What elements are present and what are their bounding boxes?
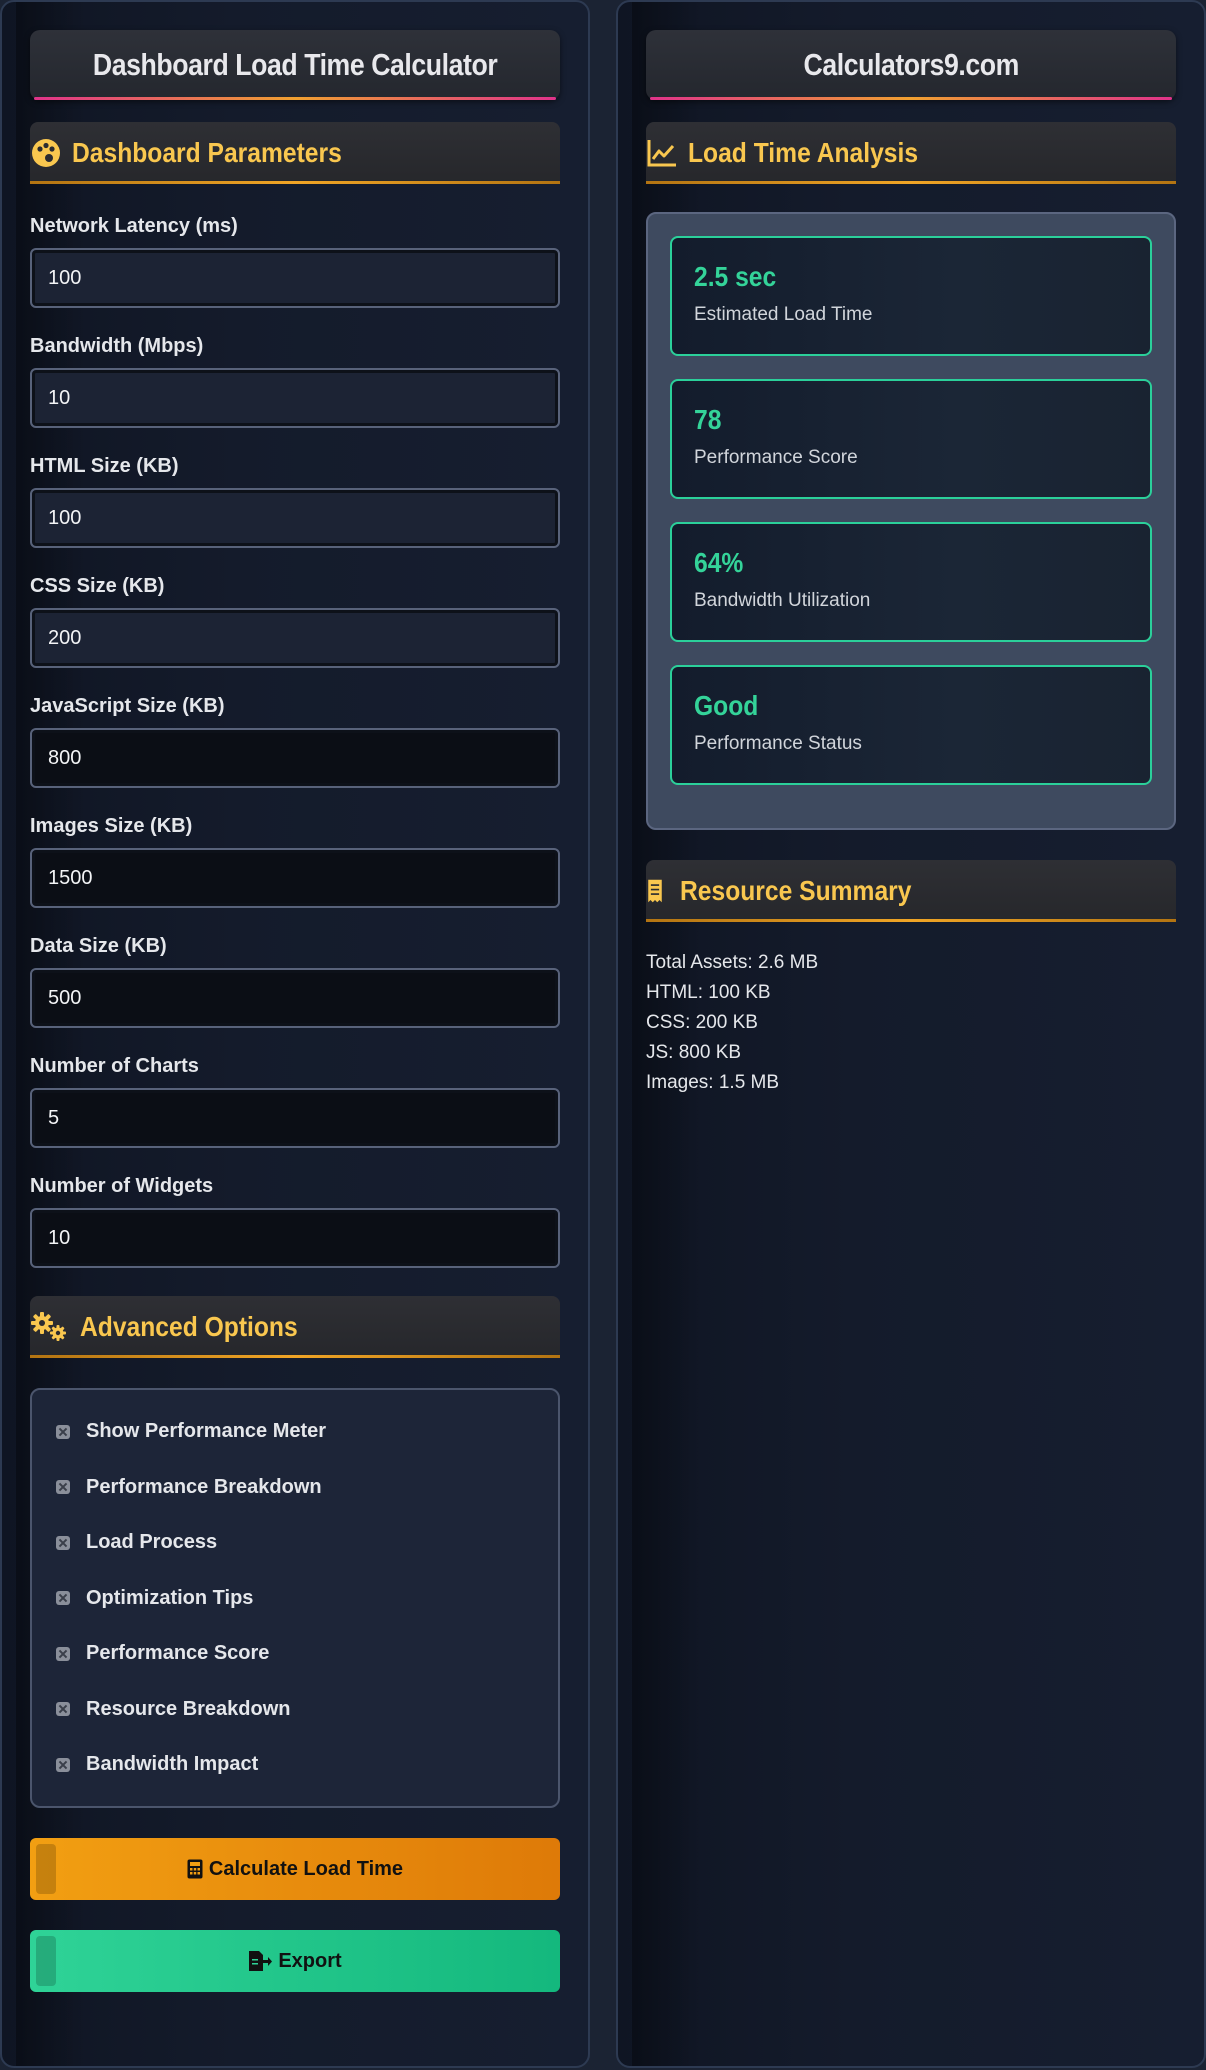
- summary-css: CSS: 200 KB: [646, 1012, 758, 1033]
- calculator-panel: Dashboard Load Time Calculator Dashboard…: [0, 0, 590, 2068]
- option-show-performance-meter[interactable]: Show Performance Meter: [54, 1404, 536, 1460]
- result-card-performance-score: 78 Performance Score: [670, 379, 1152, 499]
- section-title: Advanced Options: [80, 1311, 298, 1342]
- result-label: Performance Status: [694, 733, 862, 754]
- field-label: HTML Size (KB): [30, 455, 179, 477]
- result-value: 2.5 sec: [694, 261, 777, 292]
- bandwidth-input[interactable]: [30, 368, 560, 428]
- summary-total-assets: Total Assets: 2.6 MB: [646, 952, 819, 973]
- number-of-widgets-input[interactable]: [30, 1208, 560, 1268]
- advanced-options-header: Advanced Options: [30, 1296, 560, 1358]
- option-bandwidth-impact[interactable]: Bandwidth Impact: [54, 1737, 536, 1793]
- resource-summary-header: Resource Summary: [646, 860, 1176, 922]
- field-label: Images Size (KB): [30, 815, 193, 837]
- option-label: Show Performance Meter: [86, 1420, 327, 1443]
- option-label: Load Process: [86, 1531, 218, 1554]
- results-container: 2.5 sec Estimated Load Time 78 Performan…: [646, 212, 1176, 830]
- receipt-icon: [648, 879, 662, 903]
- result-label: Estimated Load Time: [694, 304, 873, 325]
- results-panel: Calculators9.com Load Time Analysis 2.5 …: [616, 0, 1206, 2068]
- option-label: Optimization Tips: [86, 1586, 254, 1609]
- field-html-size: HTML Size (KB): [30, 454, 560, 548]
- option-label: Performance Score: [86, 1642, 270, 1665]
- result-value: 78: [694, 404, 722, 435]
- button-label: Calculate Load Time: [208, 1857, 404, 1880]
- field-network-latency: Network Latency (ms): [30, 214, 560, 308]
- css-size-input[interactable]: [30, 608, 560, 668]
- checkbox[interactable]: [56, 1757, 70, 1772]
- summary-html: HTML: 100 KB: [646, 982, 771, 1003]
- summary-js: JS: 800 KB: [646, 1042, 742, 1063]
- option-performance-breakdown[interactable]: Performance Breakdown: [54, 1460, 536, 1516]
- load-time-analysis-header: Load Time Analysis: [646, 122, 1176, 184]
- export-button[interactable]: Export: [30, 1930, 560, 1992]
- checkbox[interactable]: [56, 1702, 70, 1717]
- checkbox[interactable]: [56, 1646, 70, 1661]
- result-card-bandwidth-utilization: 64% Bandwidth Utilization: [670, 522, 1152, 642]
- field-number-of-widgets: Number of Widgets: [30, 1174, 560, 1268]
- javascript-size-input[interactable]: [30, 728, 560, 788]
- summary-images: Images: 1.5 MB: [646, 1072, 780, 1093]
- network-latency-input[interactable]: [30, 248, 560, 308]
- html-size-input[interactable]: [30, 488, 560, 548]
- page-title: Dashboard Load Time Calculator: [92, 47, 498, 82]
- result-value: 64%: [694, 547, 744, 578]
- section-title: Load Time Analysis: [688, 137, 919, 168]
- file-export-icon: [249, 1951, 273, 1971]
- result-label: Performance Score: [694, 447, 858, 468]
- field-label: CSS Size (KB): [30, 575, 165, 597]
- field-number-of-charts: Number of Charts: [30, 1054, 560, 1148]
- field-javascript-size: JavaScript Size (KB): [30, 694, 560, 788]
- option-resource-breakdown[interactable]: Resource Breakdown: [54, 1682, 536, 1738]
- field-label: Data Size (KB): [30, 935, 167, 957]
- checkbox[interactable]: [56, 1480, 70, 1495]
- calculator-icon: [187, 1859, 203, 1879]
- data-size-input[interactable]: [30, 968, 560, 1028]
- option-optimization-tips[interactable]: Optimization Tips: [54, 1571, 536, 1627]
- option-performance-score[interactable]: Performance Score: [54, 1626, 536, 1682]
- field-label: Number of Charts: [30, 1055, 199, 1077]
- field-label: Network Latency (ms): [30, 215, 238, 237]
- parameters-form: Network Latency (ms) Bandwidth (Mbps) HT…: [30, 214, 560, 1268]
- option-label: Resource Breakdown: [86, 1697, 291, 1720]
- section-title: Dashboard Parameters: [72, 137, 342, 168]
- field-label: Bandwidth (Mbps): [30, 335, 204, 357]
- dashboard-parameters-header: Dashboard Parameters: [30, 122, 560, 184]
- result-card-performance-status: Good Performance Status: [670, 665, 1152, 785]
- field-css-size: CSS Size (KB): [30, 574, 560, 668]
- field-label: JavaScript Size (KB): [30, 695, 225, 717]
- result-card-load-time: 2.5 sec Estimated Load Time: [670, 236, 1152, 356]
- calculate-load-time-button[interactable]: Calculate Load Time: [30, 1838, 560, 1900]
- calculator-title-bar: Dashboard Load Time Calculator: [30, 30, 560, 100]
- result-label: Bandwidth Utilization: [694, 590, 871, 611]
- option-label: Bandwidth Impact: [86, 1753, 259, 1776]
- checkbox[interactable]: [56, 1535, 70, 1550]
- field-images-size: Images Size (KB): [30, 814, 560, 908]
- checkbox[interactable]: [56, 1591, 70, 1606]
- number-of-charts-input[interactable]: [30, 1088, 560, 1148]
- option-label: Performance Breakdown: [86, 1475, 322, 1498]
- checkbox[interactable]: [56, 1424, 70, 1439]
- field-data-size: Data Size (KB): [30, 934, 560, 1028]
- images-size-input[interactable]: [30, 848, 560, 908]
- field-label: Number of Widgets: [30, 1175, 214, 1197]
- resource-summary: Total Assets: 2.6 MB HTML: 100 KB CSS: 2…: [646, 948, 1176, 1098]
- option-load-process[interactable]: Load Process: [54, 1515, 536, 1571]
- gears-icon: [31, 1312, 66, 1341]
- line-chart-icon: [647, 140, 676, 167]
- field-bandwidth: Bandwidth (Mbps): [30, 334, 560, 428]
- button-label: Export: [278, 1949, 342, 1972]
- brand-title: Calculators9.com: [803, 47, 1019, 82]
- palette-icon: [32, 139, 60, 167]
- brand-title-bar: Calculators9.com: [646, 30, 1176, 100]
- result-value: Good: [694, 690, 759, 721]
- advanced-options-list: Show Performance Meter Performance Break…: [30, 1388, 560, 1808]
- section-title: Resource Summary: [680, 875, 912, 906]
